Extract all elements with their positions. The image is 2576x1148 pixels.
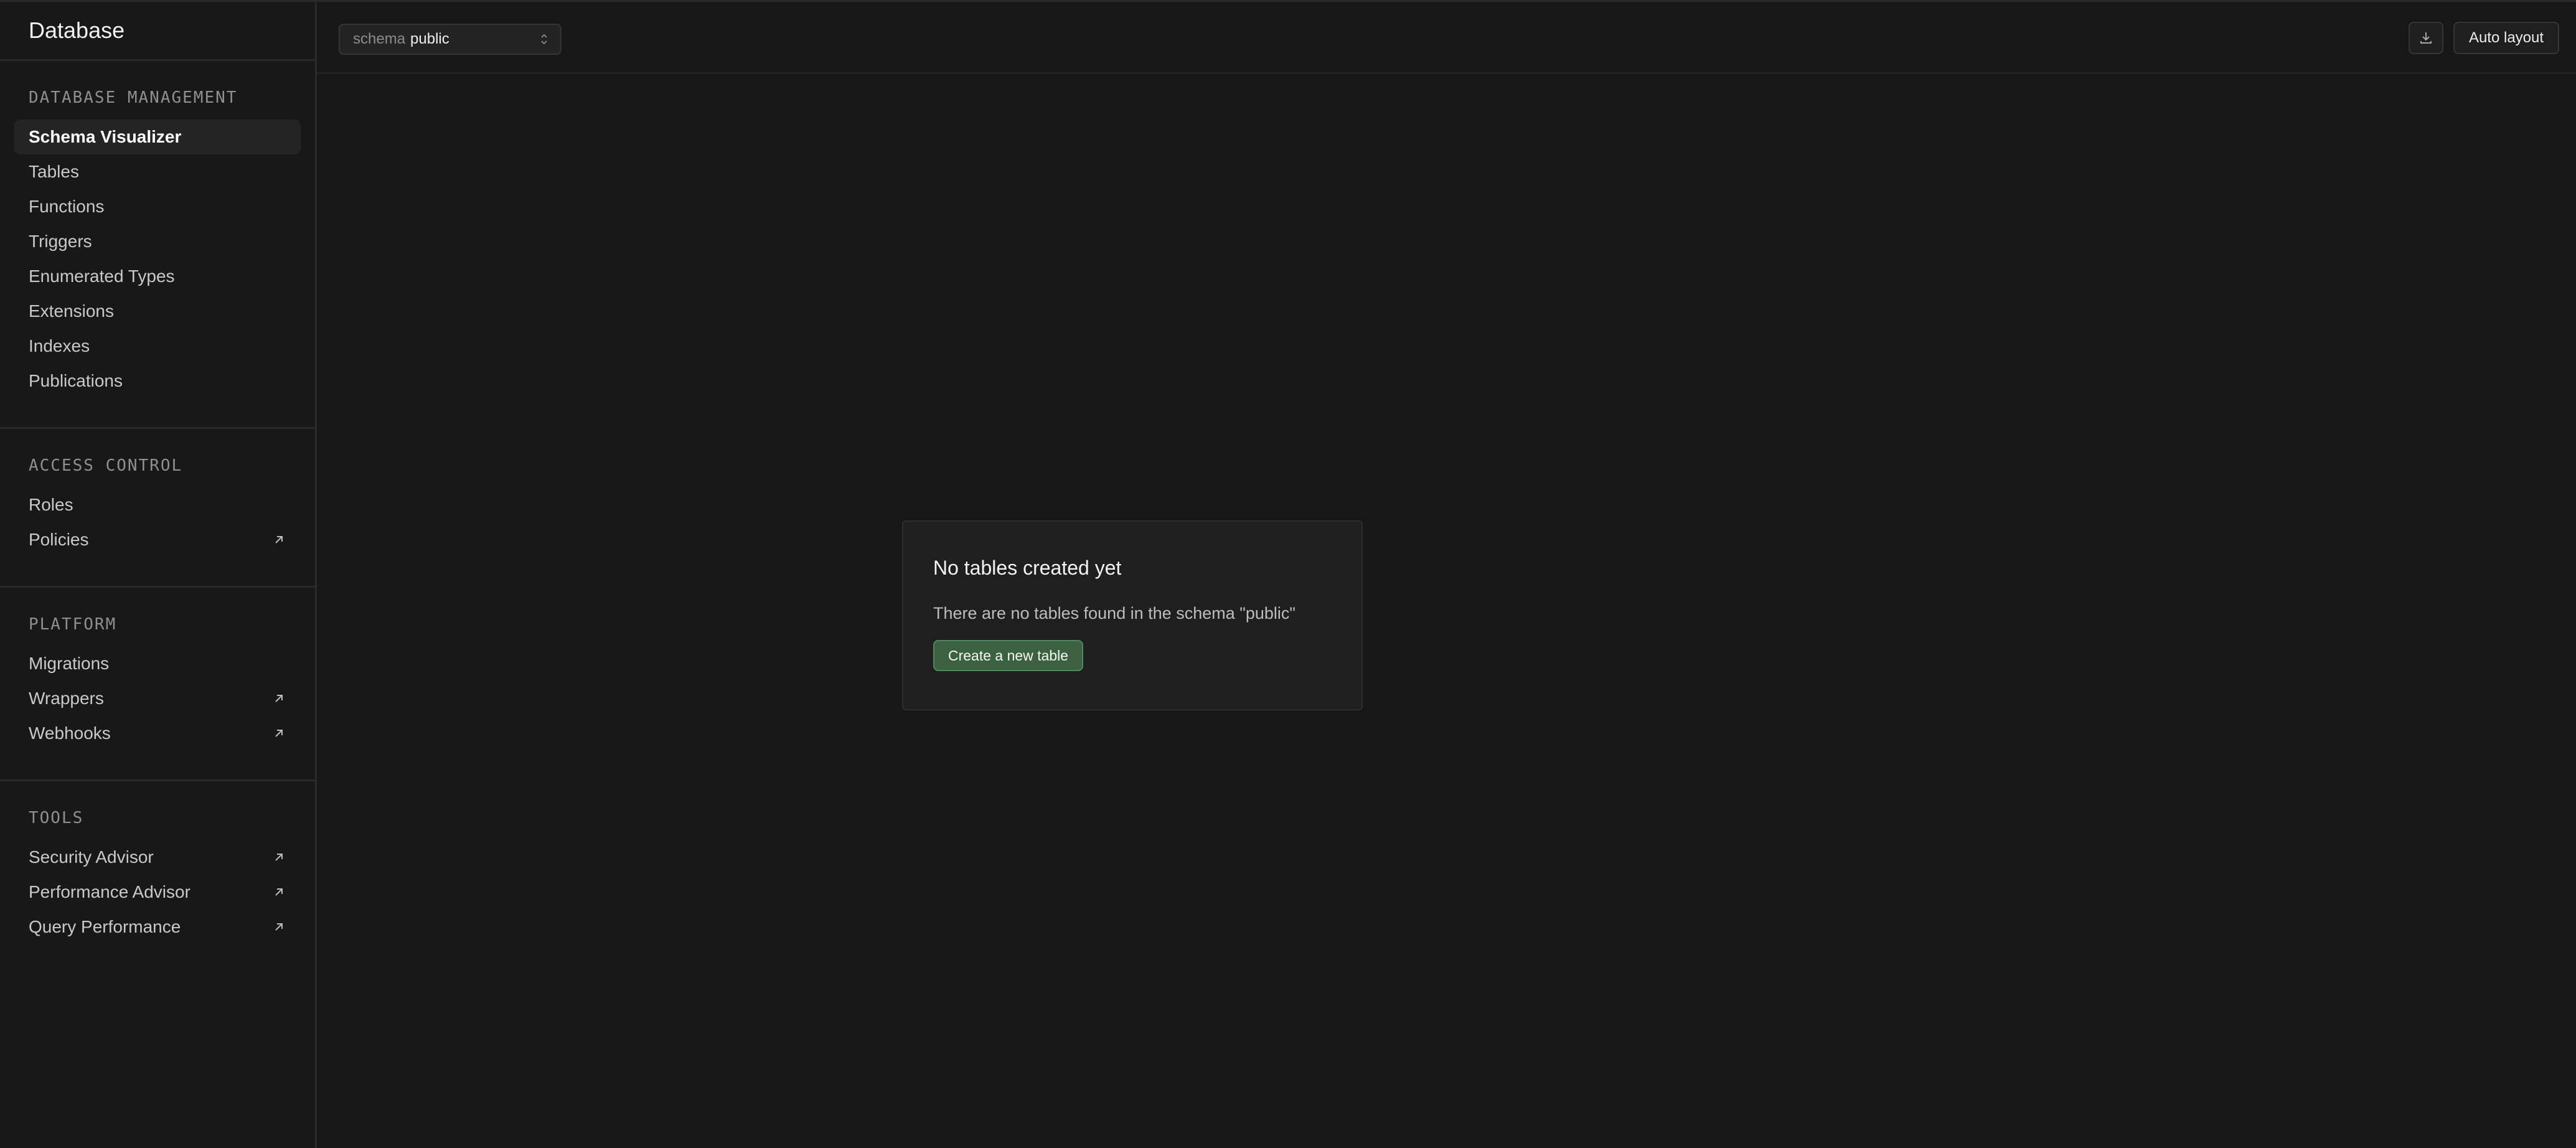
- sidebar-item-policies[interactable]: Policies: [14, 522, 301, 557]
- external-link-icon: [272, 850, 286, 864]
- sidebar-header: Database: [0, 2, 315, 61]
- sidebar-item-label: Enumerated Types: [29, 266, 175, 286]
- create-table-button[interactable]: Create a new table: [933, 640, 1084, 671]
- sidebar-item-label: Tables: [29, 162, 79, 181]
- schema-selector[interactable]: schema public: [339, 24, 562, 55]
- section-heading: ACCESS CONTROL: [29, 456, 183, 475]
- sidebar-item-migrations[interactable]: Migrations: [14, 646, 301, 681]
- section-heading: DATABASE MANAGEMENT: [29, 88, 238, 107]
- schema-label: schema: [353, 31, 406, 47]
- sidebar-item-query-performance[interactable]: Query Performance: [14, 910, 301, 944]
- sidebar-item-roles[interactable]: Roles: [14, 487, 301, 522]
- sidebar-item-label: Security Advisor: [29, 847, 154, 867]
- section-tools: TOOLS Security Advisor Performance Advis…: [0, 781, 315, 973]
- sidebar-title: Database: [29, 17, 125, 43]
- sidebar-item-label: Policies: [29, 530, 89, 549]
- sidebar: Database DATABASE MANAGEMENT Schema Visu…: [0, 2, 317, 1148]
- sidebar-item-wrappers[interactable]: Wrappers: [14, 681, 301, 716]
- sidebar-item-label: Migrations: [29, 654, 110, 673]
- sidebar-item-security-advisor[interactable]: Security Advisor: [14, 840, 301, 875]
- chevron-up-down-icon: [539, 32, 549, 47]
- section-heading: PLATFORM: [29, 615, 117, 634]
- sidebar-item-label: Schema Visualizer: [29, 127, 182, 146]
- sidebar-item-triggers[interactable]: Triggers: [14, 224, 301, 259]
- sidebar-item-indexes[interactable]: Indexes: [14, 329, 301, 364]
- sidebar-item-label: Performance Advisor: [29, 882, 190, 901]
- external-link-icon: [272, 692, 286, 705]
- sidebar-item-label: Publications: [29, 371, 123, 390]
- auto-layout-button[interactable]: Auto layout: [2453, 22, 2559, 54]
- section-access-control: ACCESS CONTROL Roles Policies: [0, 429, 315, 588]
- schema-canvas: schema public Auto layout No tables crea…: [317, 2, 2576, 1148]
- sidebar-item-label: Extensions: [29, 301, 114, 321]
- external-link-icon: [272, 885, 286, 899]
- sidebar-item-enumerated-types[interactable]: Enumerated Types: [14, 259, 301, 294]
- section-platform: PLATFORM Migrations Wrappers Webhooks: [0, 588, 315, 781]
- schema-value: public: [410, 31, 449, 47]
- sidebar-item-tables[interactable]: Tables: [14, 154, 301, 189]
- download-button[interactable]: [2409, 22, 2443, 54]
- sidebar-item-publications[interactable]: Publications: [14, 364, 301, 398]
- sidebar-item-label: Triggers: [29, 232, 92, 251]
- sidebar-item-label: Roles: [29, 495, 73, 514]
- download-icon: [2418, 30, 2434, 46]
- section-heading: TOOLS: [29, 809, 84, 827]
- sidebar-item-label: Webhooks: [29, 723, 111, 743]
- section-database-management: DATABASE MANAGEMENT Schema Visualizer Ta…: [0, 61, 315, 429]
- empty-state-title: No tables created yet: [933, 557, 1122, 579]
- empty-state-card: No tables created yet There are no table…: [902, 520, 1363, 710]
- sidebar-item-label: Wrappers: [29, 689, 104, 708]
- sidebar-item-schema-visualizer[interactable]: Schema Visualizer: [14, 120, 301, 154]
- external-link-icon: [272, 920, 286, 934]
- sidebar-item-extensions[interactable]: Extensions: [14, 294, 301, 329]
- sidebar-item-functions[interactable]: Functions: [14, 189, 301, 224]
- toolbar: schema public Auto layout: [317, 2, 2576, 74]
- sidebar-item-performance-advisor[interactable]: Performance Advisor: [14, 875, 301, 910]
- sidebar-item-label: Query Performance: [29, 917, 181, 936]
- sidebar-item-label: Functions: [29, 197, 105, 216]
- sidebar-item-webhooks[interactable]: Webhooks: [14, 716, 301, 751]
- external-link-icon: [272, 533, 286, 547]
- sidebar-item-label: Indexes: [29, 336, 90, 355]
- external-link-icon: [272, 727, 286, 740]
- empty-state-description: There are no tables found in the schema …: [933, 604, 1296, 623]
